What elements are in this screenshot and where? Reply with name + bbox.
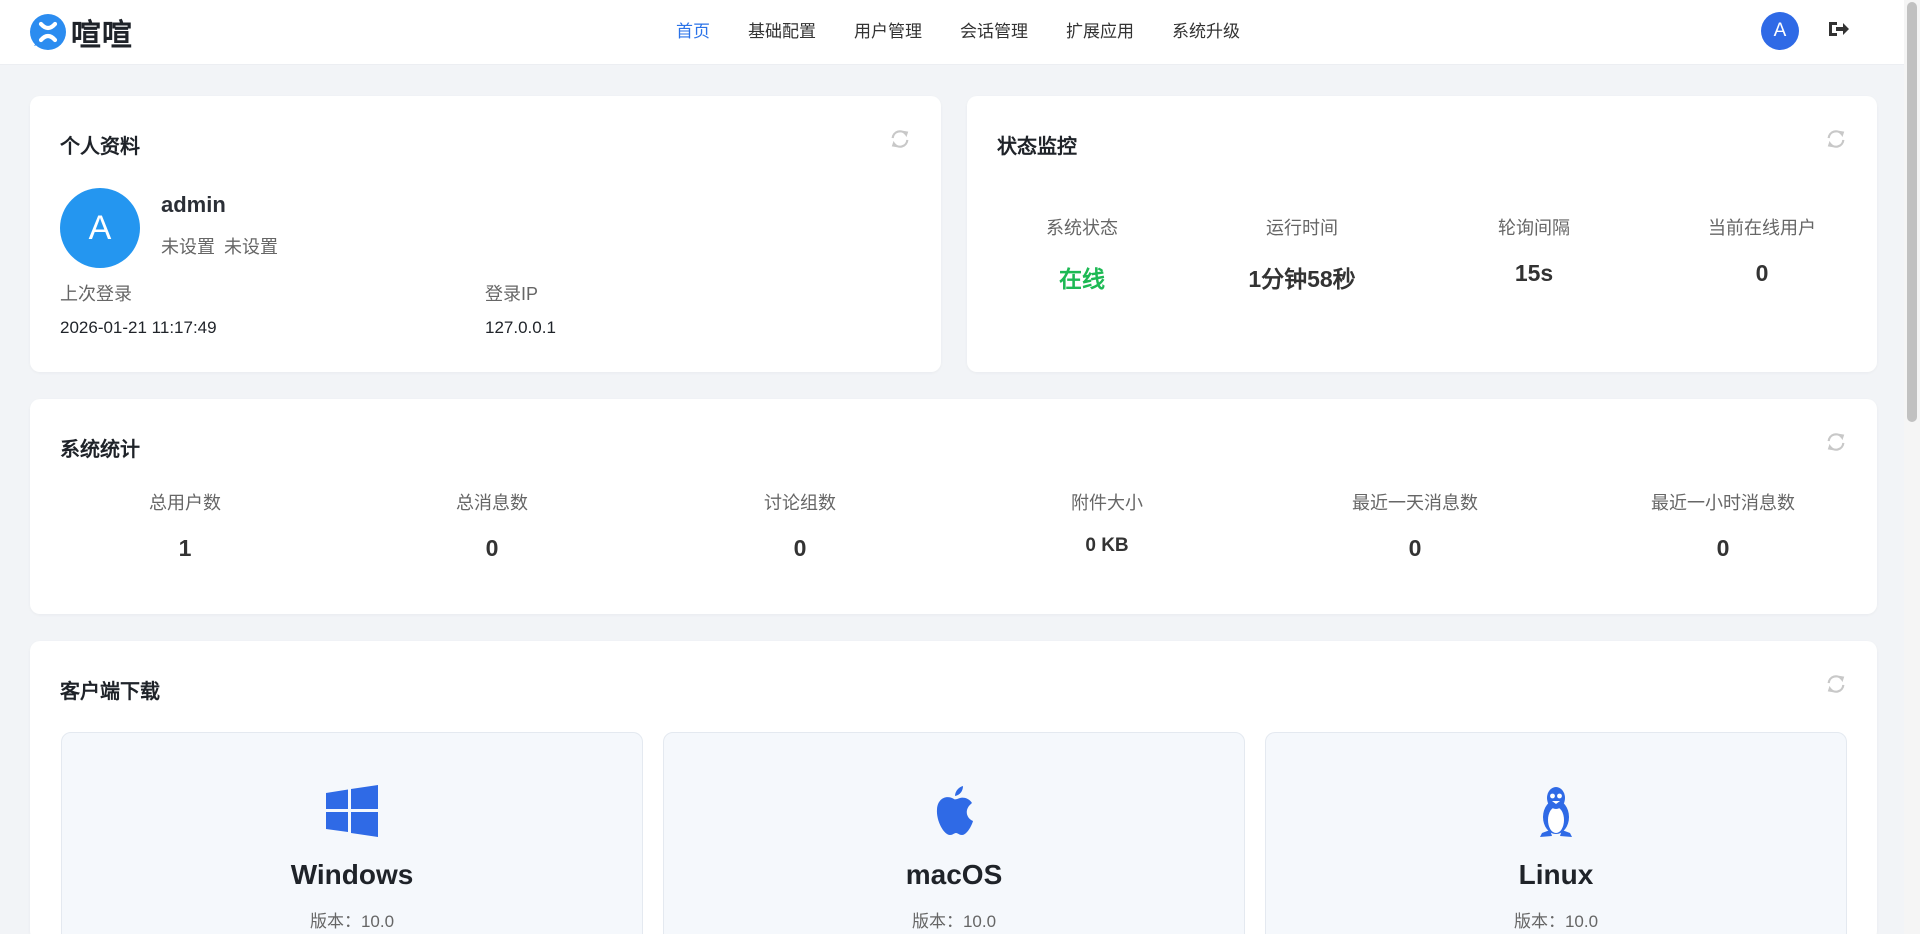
- stat-value: 1分钟58秒: [1248, 266, 1356, 292]
- stat-value: 0 KB: [1085, 535, 1129, 556]
- os-version: 版本：10.0: [911, 912, 997, 931]
- os-name: Linux: [1518, 859, 1594, 890]
- nav-extensions[interactable]: 扩展应用: [1047, 0, 1153, 65]
- profile-tags: 未设置 未设置: [161, 233, 278, 259]
- stat-label: 运行时间: [1266, 218, 1338, 238]
- scrollbar-thumb[interactable]: [1907, 2, 1917, 422]
- stat-messages-last-hour: 最近一小时消息数 0: [1613, 489, 1833, 562]
- stat-total-users: 总用户数 1: [90, 489, 280, 562]
- stat-messages-last-day: 最近一天消息数 0: [1310, 489, 1520, 562]
- login-ip-value: 127.0.0.1: [485, 318, 556, 337]
- nav-session-management[interactable]: 会话管理: [941, 0, 1047, 65]
- profile-avatar: A: [60, 188, 140, 268]
- refresh-icon[interactable]: [1825, 128, 1847, 150]
- os-name: macOS: [905, 859, 1003, 890]
- refresh-icon[interactable]: [1825, 431, 1847, 453]
- brand-name: 喧喧: [71, 19, 133, 52]
- stat-label: 轮询间隔: [1498, 218, 1570, 238]
- stat-label: 当前在线用户: [1708, 218, 1816, 238]
- xuanxuan-logo-icon: [30, 14, 66, 50]
- stat-value: 在线: [1059, 266, 1105, 292]
- top-navbar: 喧喧 首页 基础配置 用户管理 会话管理 扩展应用 系统升级 A: [0, 0, 1904, 65]
- stat-label: 系统状态: [1046, 218, 1118, 238]
- system-stats-card: 系统统计 总用户数 1 总消息数 0 讨论组数 0 附件大小 0 KB 最近一天…: [30, 399, 1877, 614]
- nav-basic-config[interactable]: 基础配置: [729, 0, 835, 65]
- page-scrollbar[interactable]: [1904, 0, 1920, 934]
- logout-icon[interactable]: [1826, 17, 1850, 41]
- stat-poll-interval: 轮询间隔 15s: [1449, 214, 1619, 287]
- stat-value: 0: [1716, 535, 1730, 561]
- stat-total-messages: 总消息数 0: [397, 489, 587, 562]
- profile-card: 个人资料 A admin 未设置 未设置 上次登录 2026-01-21 11:…: [30, 96, 941, 372]
- profile-tag: 未设置: [161, 237, 215, 257]
- stat-system-status: 系统状态 在线: [997, 214, 1167, 294]
- download-card-title: 客户端下载: [60, 681, 160, 703]
- stat-attachment-size: 附件大小 0 KB: [1012, 489, 1202, 557]
- stat-online-users: 当前在线用户 0: [1667, 214, 1857, 287]
- stat-value: 0: [1755, 260, 1769, 286]
- nav-user-management[interactable]: 用户管理: [835, 0, 941, 65]
- profile-username: admin: [161, 192, 226, 217]
- profile-card-title: 个人资料: [60, 136, 140, 158]
- status-monitor-card: 状态监控 系统状态 在线 运行时间 1分钟58秒 轮询间隔 15s 当前在线用户…: [967, 96, 1877, 372]
- profile-tag: 未设置: [224, 237, 278, 257]
- stat-label: 附件大小: [1071, 493, 1143, 513]
- stat-label: 总用户数: [149, 493, 221, 513]
- stat-label: 总消息数: [456, 493, 528, 513]
- download-windows[interactable]: Windows 版本：10.0: [61, 732, 643, 934]
- stat-label: 最近一天消息数: [1352, 493, 1478, 513]
- status-card-title: 状态监控: [997, 136, 1077, 158]
- stat-value: 15s: [1514, 260, 1554, 286]
- stat-label: 讨论组数: [764, 493, 836, 513]
- last-login-value: 2026-01-21 11:17:49: [60, 318, 217, 337]
- main-nav: 首页 基础配置 用户管理 会话管理 扩展应用 系统升级: [0, 0, 1904, 65]
- apple-icon: [936, 786, 973, 835]
- download-macos[interactable]: macOS 版本：10.0: [663, 732, 1245, 934]
- refresh-icon[interactable]: [1825, 673, 1847, 695]
- linux-icon: [1540, 787, 1572, 837]
- brand[interactable]: 喧喧: [29, 12, 133, 52]
- stat-value: 0: [1408, 535, 1422, 561]
- stat-label: 最近一小时消息数: [1651, 493, 1795, 513]
- stat-value: 0: [793, 535, 807, 561]
- nav-home[interactable]: 首页: [657, 0, 729, 65]
- stat-value: 1: [178, 535, 192, 561]
- os-version: 版本：10.0: [309, 912, 395, 931]
- stats-card-title: 系统统计: [60, 439, 140, 461]
- stat-groups: 讨论组数 0: [705, 489, 895, 562]
- os-name: Windows: [290, 859, 414, 890]
- refresh-icon[interactable]: [889, 128, 911, 150]
- login-ip-label: 登录IP: [485, 284, 539, 304]
- os-version: 版本：10.0: [1513, 912, 1599, 931]
- last-login-label: 上次登录: [60, 284, 132, 304]
- windows-icon: [326, 785, 378, 837]
- stat-uptime: 运行时间 1分钟58秒: [1217, 214, 1387, 294]
- nav-system-upgrade[interactable]: 系统升级: [1153, 0, 1259, 65]
- stat-value: 0: [485, 535, 499, 561]
- user-avatar[interactable]: A: [1761, 12, 1799, 50]
- download-linux[interactable]: Linux 版本：10.0: [1265, 732, 1847, 934]
